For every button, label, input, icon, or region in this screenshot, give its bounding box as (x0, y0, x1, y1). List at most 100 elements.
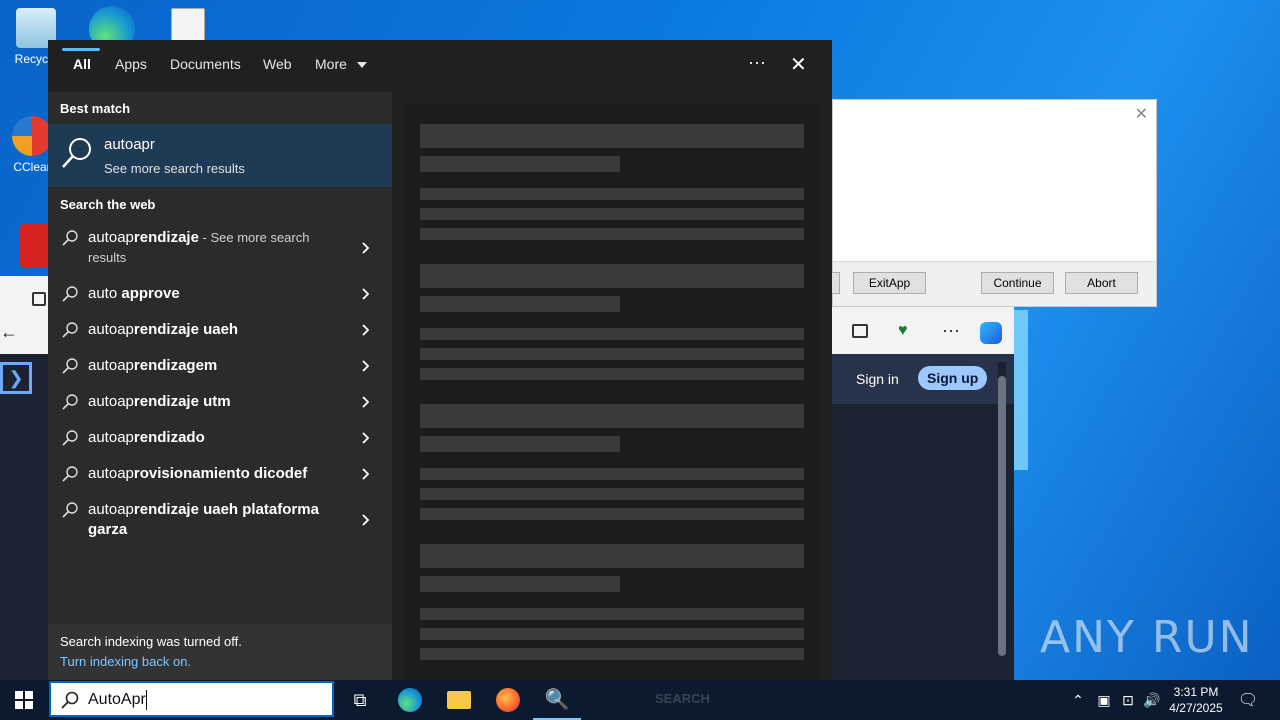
result-prefix: autoap (88, 465, 134, 482)
notification-icon[interactable]: 🗨 (1236, 680, 1260, 720)
browser-tab-icon[interactable] (32, 292, 46, 306)
task-view-icon: ⧉ (353, 689, 367, 710)
dialog-close-icon[interactable]: ✕ (1135, 104, 1148, 124)
web-result-text: autoaprendizaje uaeh (88, 320, 348, 340)
search-icon (61, 691, 79, 709)
folder-icon (447, 691, 471, 709)
taskbar-firefox[interactable] (484, 680, 532, 720)
list-item[interactable]: autoaprovisionamiento dicodef (48, 464, 392, 488)
result-bold: rendizaje utm (133, 393, 231, 410)
search-icon (62, 322, 78, 338)
sign-up-button[interactable]: Sign up (918, 366, 988, 390)
tab-more[interactable]: More (315, 56, 367, 72)
search-icon (62, 358, 78, 374)
close-icon[interactable]: ✕ (790, 52, 807, 77)
more-options-icon[interactable]: ··· (748, 52, 766, 73)
chevron-right-icon (362, 468, 370, 480)
network-icon[interactable]: ⊡ (1118, 680, 1138, 720)
continue-button[interactable]: Continue (981, 272, 1054, 294)
browser-page: Sign in Sign up (832, 354, 1014, 680)
search-icon (62, 502, 78, 518)
skeleton-line (420, 488, 804, 500)
skeleton-line (420, 648, 804, 660)
skeleton-block (420, 404, 804, 428)
more-icon[interactable]: ··· (942, 320, 960, 341)
web-result-text: autoaprendizaje uaeh plataforma garza (88, 500, 348, 540)
web-result-text: autoaprendizagem (88, 356, 348, 376)
tab-all[interactable]: All (73, 56, 91, 72)
skeleton-line (420, 576, 620, 592)
windows-icon (15, 691, 33, 709)
result-bold: rendizaje uaeh (133, 321, 239, 338)
active-tab-indicator (62, 48, 100, 51)
browser-back-icon[interactable]: ← (0, 322, 20, 346)
clock-time: 3:31 PM (1173, 685, 1219, 699)
collections-icon[interactable] (852, 324, 868, 338)
web-result-text: auto approve (88, 284, 348, 304)
taskbar-file-explorer[interactable] (435, 680, 483, 720)
list-item[interactable]: autoaprendizaje utm (48, 392, 392, 416)
search-icon (62, 230, 78, 246)
best-match-item[interactable]: autoapr See more search results (48, 124, 392, 187)
health-icon[interactable]: ♥ (898, 322, 916, 340)
chevron-right-icon (362, 432, 370, 444)
list-item[interactable]: autoaprendizado (48, 428, 392, 452)
tab-documents[interactable]: Documents (170, 56, 241, 72)
search-input[interactable]: AutoApr (49, 681, 334, 717)
search-icon (62, 286, 78, 302)
web-result-text: autoaprendizaje - See more search result… (88, 228, 348, 268)
taskbar-edge[interactable] (386, 680, 434, 720)
page-scrollbar[interactable] (998, 362, 1006, 672)
exitapp-button[interactable]: ExitApp (853, 272, 926, 294)
indexing-notice: Search indexing was turned off. Turn ind… (48, 624, 392, 680)
search-icon (62, 138, 91, 168)
skeleton-line (420, 296, 620, 312)
search-icon (62, 394, 78, 410)
chevron-right-icon (362, 360, 370, 372)
dialog-button-bar: ExitApp Continue Abort (831, 261, 1156, 306)
result-suffix: - See more search (198, 230, 310, 245)
skeleton-line (420, 188, 804, 200)
skeleton-line (420, 228, 804, 240)
dialog-hidden-button[interactable] (831, 272, 840, 294)
copilot-icon[interactable] (980, 322, 1002, 344)
abort-button[interactable]: Abort (1065, 272, 1138, 294)
list-item[interactable]: autoaprendizagem (48, 356, 392, 380)
skeleton-line (420, 508, 804, 520)
result-bold: approve (121, 285, 180, 302)
chevron-down-icon (356, 62, 367, 69)
tab-web[interactable]: Web (263, 56, 292, 72)
result-bold: rovisionamiento dicodef (133, 465, 308, 482)
page-header: Sign in Sign up (832, 354, 1014, 404)
tab-apps[interactable]: Apps (115, 56, 147, 72)
scrollbar-thumb[interactable] (998, 376, 1006, 656)
chevron-right-icon (362, 324, 370, 336)
turn-indexing-on-link[interactable]: Turn indexing back on. (60, 654, 191, 669)
search-icon (62, 466, 78, 482)
web-result-text: autoaprendizado (88, 428, 348, 448)
skeleton-line (420, 348, 804, 360)
clock[interactable]: 3:31 PM 4/27/2025 (1166, 680, 1226, 720)
skeleton-line (420, 208, 804, 220)
list-item[interactable]: autoaprendizaje uaeh (48, 320, 392, 344)
taskbar-ghost-label: SEARCH (655, 691, 710, 706)
volume-icon[interactable]: 🔊 (1142, 680, 1162, 720)
show-hidden-icons[interactable]: ⌃ (1068, 680, 1088, 720)
result-prefix: autoap (88, 501, 134, 518)
list-item[interactable]: autoaprendizaje - See more search result… (48, 228, 392, 270)
skeleton-line (420, 436, 620, 452)
start-button[interactable] (0, 680, 48, 720)
sign-in-link[interactable]: Sign in (856, 371, 899, 387)
chevron-right-icon (362, 396, 370, 408)
watermark: ANY RUN (1040, 612, 1254, 663)
firefox-icon (496, 688, 520, 712)
list-item[interactable]: auto approve (48, 284, 392, 308)
list-item[interactable]: autoaprendizaje uaeh plataforma garza (48, 500, 392, 542)
magnifier-icon: 🔍 (544, 688, 570, 711)
result-line2: results (88, 250, 127, 265)
edge-icon (398, 688, 422, 712)
device-icon[interactable]: ▣ (1094, 680, 1114, 720)
taskbar-search-app[interactable]: 🔍 (533, 680, 581, 720)
task-view-button[interactable]: ⧉ (336, 680, 384, 720)
skeleton-line (420, 156, 620, 172)
